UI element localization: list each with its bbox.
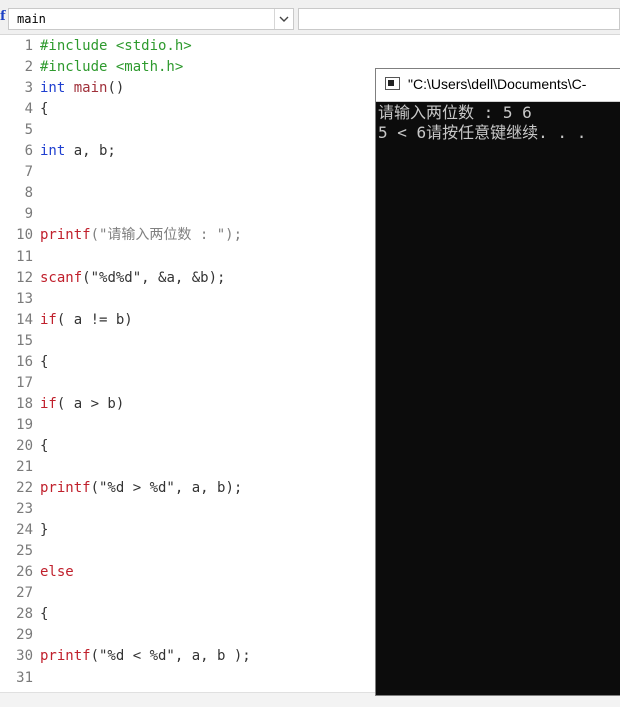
- line-number: 20: [16, 437, 33, 454]
- console-app-icon: [385, 77, 400, 90]
- console-output: 请输入两位数 : 5 65 < 6请按任意键继续. . .: [378, 103, 620, 143]
- line-number: 31: [16, 669, 33, 686]
- code-token: else: [40, 564, 74, 581]
- console-output-line: 请输入两位数 : 5 6: [378, 103, 532, 122]
- code-text: scanf("%d%d", &a, &b);: [40, 268, 225, 289]
- console-output-line: 5 < 6请按任意键继续. . .: [378, 123, 587, 142]
- line-number: 16: [16, 353, 33, 370]
- code-token: if: [40, 395, 57, 412]
- code-text: }: [40, 520, 48, 541]
- scope-select[interactable]: [298, 8, 620, 30]
- console-title-bar[interactable]: "C:\Users\dell\Documents\C-: [376, 69, 620, 102]
- code-token: #include <stdio.h>: [40, 38, 192, 54]
- line-number: 10: [16, 227, 33, 244]
- code-text: printf("%d < %d", a, b );: [40, 646, 251, 667]
- code-line[interactable]: 1 #include <stdio.h>: [0, 36, 620, 57]
- line-number: 1: [24, 38, 33, 54]
- line-number: 17: [16, 374, 33, 391]
- line-number: 12: [16, 269, 33, 286]
- code-text: if( a > b): [40, 394, 124, 415]
- line-number: 18: [16, 395, 33, 412]
- line-number: 22: [16, 480, 33, 497]
- line-number: 7: [24, 164, 33, 181]
- chevron-down-icon[interactable]: [274, 9, 293, 29]
- line-number: 2: [24, 59, 33, 76]
- line-number: 14: [16, 311, 33, 328]
- code-text: else: [40, 562, 74, 583]
- code-token: }: [40, 522, 49, 539]
- code-token: a, b;: [73, 143, 116, 160]
- code-token: {: [40, 353, 49, 370]
- code-token: printf: [40, 227, 91, 244]
- function-toolbar: f main: [0, 0, 620, 35]
- line-number: 3: [24, 80, 33, 97]
- line-number: 9: [24, 206, 33, 223]
- function-icon: f: [0, 10, 6, 24]
- console-window[interactable]: "C:\Users\dell\Documents\C- 请输入两位数 : 5 6…: [375, 68, 620, 696]
- code-text: printf("请输入两位数 : ");: [40, 225, 242, 246]
- code-token: printf: [40, 480, 91, 497]
- code-text: #include <stdio.h>: [40, 36, 192, 57]
- code-text: printf("%d > %d", a, b);: [40, 478, 242, 499]
- line-number: 24: [16, 522, 33, 539]
- line-number: 30: [16, 648, 33, 665]
- code-token: int: [40, 80, 74, 97]
- code-token: ("请输入两位数 : ");: [90, 227, 243, 244]
- line-number: 26: [16, 564, 33, 581]
- code-text: int main(): [40, 78, 124, 99]
- code-text: {: [40, 436, 48, 457]
- line-number: 15: [16, 332, 33, 349]
- code-token: ("%d > %d", a, b);: [90, 480, 243, 497]
- code-token: printf: [40, 648, 91, 665]
- code-text: if( a != b): [40, 310, 133, 331]
- code-token: ( a > b): [56, 395, 125, 412]
- line-number: 4: [24, 101, 33, 118]
- function-select-value: main: [17, 12, 46, 26]
- line-number: 23: [16, 501, 33, 518]
- console-title: "C:\Users\dell\Documents\C-: [408, 76, 587, 92]
- code-token: (): [107, 80, 125, 97]
- line-number: 29: [16, 627, 33, 644]
- function-select[interactable]: main: [8, 8, 294, 30]
- line-number: 13: [16, 290, 33, 307]
- line-number: 6: [24, 143, 33, 160]
- line-number: 5: [24, 122, 33, 139]
- line-number: 25: [16, 543, 33, 560]
- code-token: if: [40, 311, 57, 328]
- code-token: #include <math.h>: [40, 59, 184, 76]
- code-token: {: [40, 101, 49, 118]
- code-text: {: [40, 352, 48, 373]
- code-text: #include <math.h>: [40, 57, 183, 78]
- code-token: scanf: [40, 269, 83, 286]
- code-token: ( a != b): [56, 311, 133, 328]
- line-number: 8: [24, 185, 33, 202]
- code-text: {: [40, 99, 48, 120]
- code-token: {: [40, 437, 49, 454]
- code-token: {: [40, 606, 49, 623]
- code-token: ("%d%d", &a, &b);: [82, 269, 226, 286]
- line-number: 28: [16, 606, 33, 623]
- code-token: ("%d < %d", a, b );: [90, 648, 251, 665]
- code-text: int a, b;: [40, 141, 116, 162]
- line-number: 21: [16, 459, 33, 475]
- line-number: 19: [16, 416, 33, 433]
- line-number: 27: [16, 585, 33, 602]
- code-token: int: [40, 143, 74, 160]
- line-number: 11: [16, 248, 33, 265]
- code-text: {: [40, 604, 48, 625]
- code-token: main: [73, 80, 108, 97]
